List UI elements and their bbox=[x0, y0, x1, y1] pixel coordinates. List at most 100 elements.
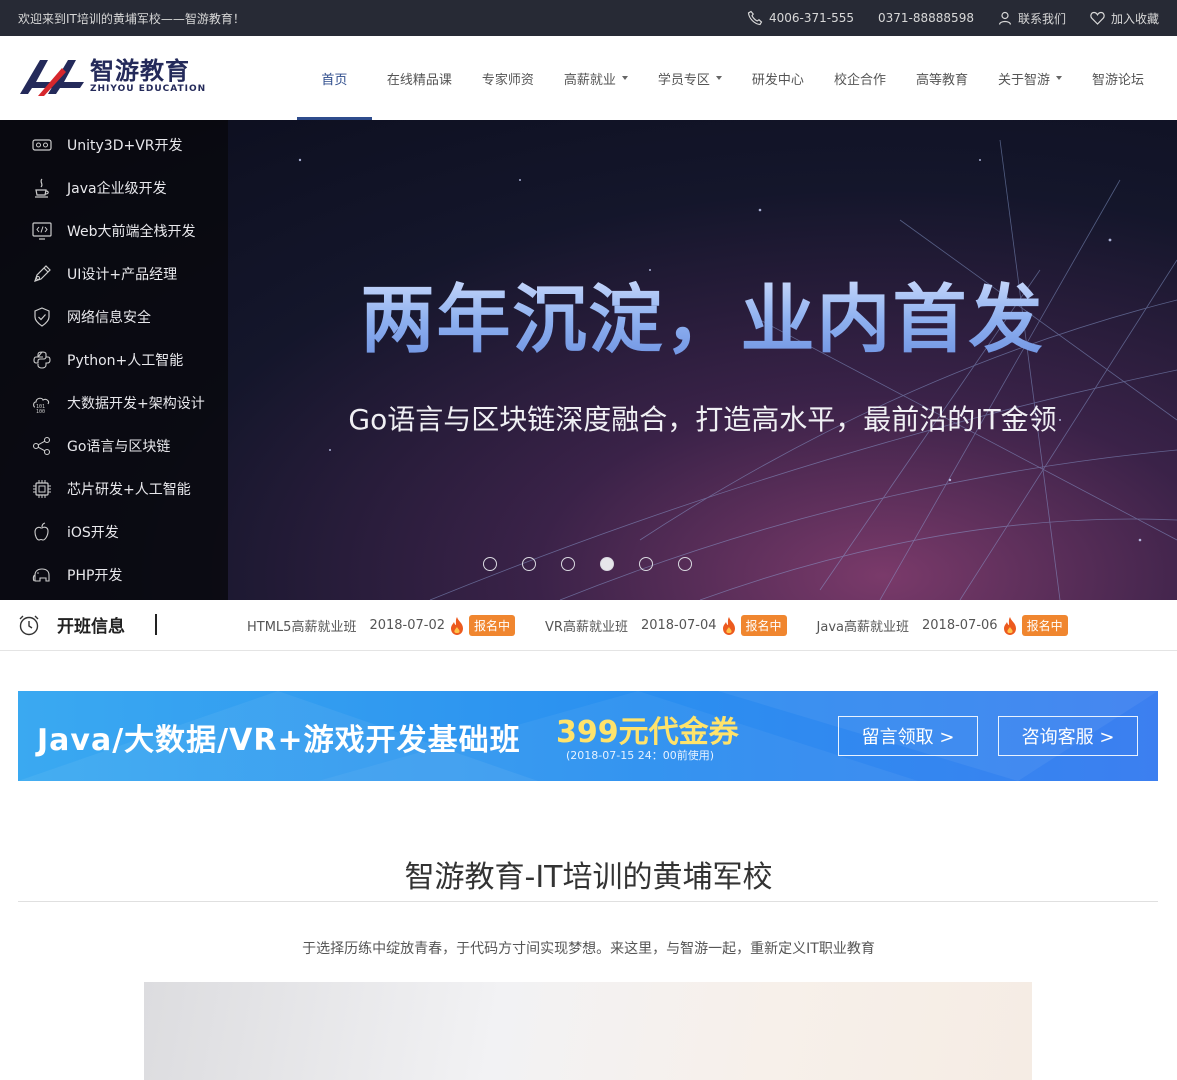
flame-icon bbox=[451, 616, 464, 635]
course-label: Unity3D+VR开发 bbox=[67, 137, 183, 154]
nav-cooperation-label: 校企合作 bbox=[833, 72, 886, 88]
pen-icon bbox=[32, 264, 52, 284]
course-item-go-blockchain[interactable]: Go语言与区块链 bbox=[0, 424, 228, 467]
course-label: Python+人工智能 bbox=[67, 352, 184, 369]
class-schedule-heading: 开班信息 bbox=[17, 612, 125, 637]
site-header: 智游教育 ZHIYOU EDUCATION 首页 在线精品课 专家师资 高薪就业… bbox=[0, 36, 1177, 120]
class-entry[interactable]: Java高薪就业班 2018-07-06 报名中 bbox=[817, 615, 1068, 636]
user-icon bbox=[998, 11, 1012, 25]
nav-rnd[interactable]: 研发中心 bbox=[737, 36, 819, 120]
class-entry[interactable]: HTML5高薪就业班 2018-07-02 报名中 bbox=[247, 615, 516, 636]
class-schedule-bar: 开班信息 HTML5高薪就业班 2018-07-02 报名中 VR高薪就业班 2… bbox=[0, 600, 1177, 651]
shield-check-icon bbox=[32, 306, 52, 327]
status-badge: 报名中 bbox=[1021, 615, 1068, 636]
voucher-promo-banner[interactable]: Java/大数据/VR+游戏开发基础班 399元代金券 (2018-07-15 … bbox=[18, 691, 1158, 781]
nav-online-courses[interactable]: 在线精品课 bbox=[372, 36, 467, 120]
add-favorite-link[interactable]: 加入收藏 bbox=[1090, 10, 1159, 27]
top-bar-links: 4006-371-555 0371-88888598 联系我们 加入收藏 bbox=[747, 0, 1159, 36]
class-name: HTML5高薪就业班 bbox=[247, 620, 357, 635]
nav-students[interactable]: 学员专区 bbox=[643, 36, 737, 120]
contact-us-link[interactable]: 联系我们 bbox=[998, 10, 1066, 27]
nav-home[interactable]: 首页 bbox=[296, 36, 372, 120]
banner-subtitle: Go语言与区块链深度融合，打造高水平，最前沿的IT金领 bbox=[348, 403, 1057, 436]
network-nodes-icon bbox=[32, 436, 52, 456]
elephant-icon bbox=[32, 565, 52, 585]
chevron-down-icon bbox=[1055, 76, 1062, 80]
course-label: Go语言与区块链 bbox=[67, 438, 171, 455]
course-item-chip[interactable]: 芯片研发+人工智能 bbox=[0, 467, 228, 510]
site-logo[interactable]: 智游教育 ZHIYOU EDUCATION bbox=[18, 54, 206, 98]
nav-forum[interactable]: 智游论坛 bbox=[1077, 36, 1159, 120]
class-date: 2018-07-06 bbox=[922, 618, 998, 633]
nav-online-courses-label: 在线精品课 bbox=[386, 72, 452, 88]
nav-experts-label: 专家师资 bbox=[481, 72, 534, 88]
intro-title: 智游教育-IT培训的黄埔军校 bbox=[404, 860, 773, 895]
course-label: UI设计+产品经理 bbox=[67, 266, 178, 283]
course-item-java[interactable]: Java企业级开发 bbox=[0, 166, 228, 209]
course-label: iOS开发 bbox=[67, 524, 119, 541]
class-date: 2018-07-02 bbox=[369, 618, 446, 633]
carousel-dots bbox=[483, 557, 692, 571]
carousel-dot[interactable] bbox=[483, 557, 497, 571]
alarm-clock-icon bbox=[19, 615, 39, 635]
class-date: 2018-07-04 bbox=[640, 618, 717, 633]
svg-text:100: 100 bbox=[36, 409, 45, 413]
logo-mark-icon bbox=[20, 60, 84, 96]
course-label: 网络信息安全 bbox=[67, 309, 151, 326]
carousel-dot[interactable] bbox=[678, 557, 692, 571]
leave-message-button[interactable]: 留言领取 > bbox=[838, 716, 978, 756]
consult-service-button[interactable]: 咨询客服 > bbox=[998, 716, 1138, 756]
phone-hotline: 4006-371-555 bbox=[747, 10, 854, 26]
course-item-security[interactable]: 网络信息安全 bbox=[0, 295, 228, 338]
class-entry[interactable]: VR高薪就业班 2018-07-04 报名中 bbox=[545, 615, 787, 636]
contact-us-label: 联系我们 bbox=[1017, 11, 1066, 26]
promo-title: Java/大数据/VR+游戏开发基础班 bbox=[37, 723, 521, 758]
top-bar: 欢迎来到IT培训的黄埔军校——智游教育！ 4006-371-555 0371-8… bbox=[0, 0, 1177, 36]
python-icon bbox=[32, 350, 52, 370]
course-label: 芯片研发+人工智能 bbox=[67, 481, 191, 498]
nav-home-label: 首页 bbox=[321, 72, 348, 88]
divider bbox=[155, 614, 157, 635]
phone-number-2: 0371-88888598 bbox=[878, 11, 974, 25]
chevron-down-icon bbox=[621, 76, 628, 80]
course-label: Web大前端全栈开发 bbox=[67, 223, 196, 240]
flame-icon bbox=[1003, 616, 1016, 635]
carousel-dot[interactable] bbox=[600, 557, 614, 571]
nav-cooperation[interactable]: 校企合作 bbox=[819, 36, 901, 120]
status-badge: 报名中 bbox=[740, 615, 787, 636]
course-item-web[interactable]: Web大前端全栈开发 bbox=[0, 209, 228, 252]
heart-icon bbox=[1090, 11, 1105, 25]
course-item-python[interactable]: Python+人工智能 bbox=[0, 338, 228, 381]
flame-icon bbox=[722, 616, 735, 635]
course-label: 大数据开发+架构设计 bbox=[67, 395, 205, 412]
course-item-ui[interactable]: UI设计+产品经理 bbox=[0, 252, 228, 295]
phone-icon bbox=[747, 10, 763, 26]
phone-number-1: 4006-371-555 bbox=[769, 11, 855, 25]
carousel-dot[interactable] bbox=[561, 557, 575, 571]
course-category-menu: Unity3D+VR开发 Java企业级开发 Web大前端全栈开发 UI设计+产… bbox=[0, 120, 228, 600]
nav-higher-education[interactable]: 高等教育 bbox=[901, 36, 983, 120]
java-cup-icon bbox=[32, 178, 52, 198]
code-monitor-icon bbox=[32, 221, 52, 241]
course-label: Java企业级开发 bbox=[67, 180, 167, 197]
course-item-ios[interactable]: iOS开发 bbox=[0, 510, 228, 553]
class-name: VR高薪就业班 bbox=[545, 620, 628, 635]
chevron-down-icon bbox=[715, 76, 722, 80]
intro-divider bbox=[18, 901, 1158, 902]
carousel-dot[interactable] bbox=[522, 557, 536, 571]
course-item-php[interactable]: PHP开发 bbox=[0, 553, 228, 596]
nav-employment-label: 高薪就业 bbox=[563, 72, 616, 88]
logo-name-cn: 智游教育 bbox=[90, 57, 190, 85]
nav-about[interactable]: 关于智游 bbox=[983, 36, 1077, 120]
nav-employment[interactable]: 高薪就业 bbox=[549, 36, 643, 120]
course-item-unity-vr[interactable]: Unity3D+VR开发 bbox=[0, 123, 228, 166]
course-item-bigdata[interactable]: 101 100 大数据开发+架构设计 bbox=[0, 381, 228, 424]
class-list: HTML5高薪就业班 2018-07-02 报名中 VR高薪就业班 2018-0… bbox=[247, 600, 1098, 651]
carousel-dot[interactable] bbox=[639, 557, 653, 571]
nav-forum-label: 智游论坛 bbox=[1091, 72, 1144, 88]
intro-image bbox=[144, 982, 1032, 1080]
welcome-text: 欢迎来到IT培训的黄埔军校——智游教育！ bbox=[18, 12, 245, 26]
class-schedule-title: 开班信息 bbox=[57, 617, 125, 637]
nav-experts[interactable]: 专家师资 bbox=[467, 36, 549, 120]
nav-higher-education-label: 高等教育 bbox=[915, 72, 968, 88]
